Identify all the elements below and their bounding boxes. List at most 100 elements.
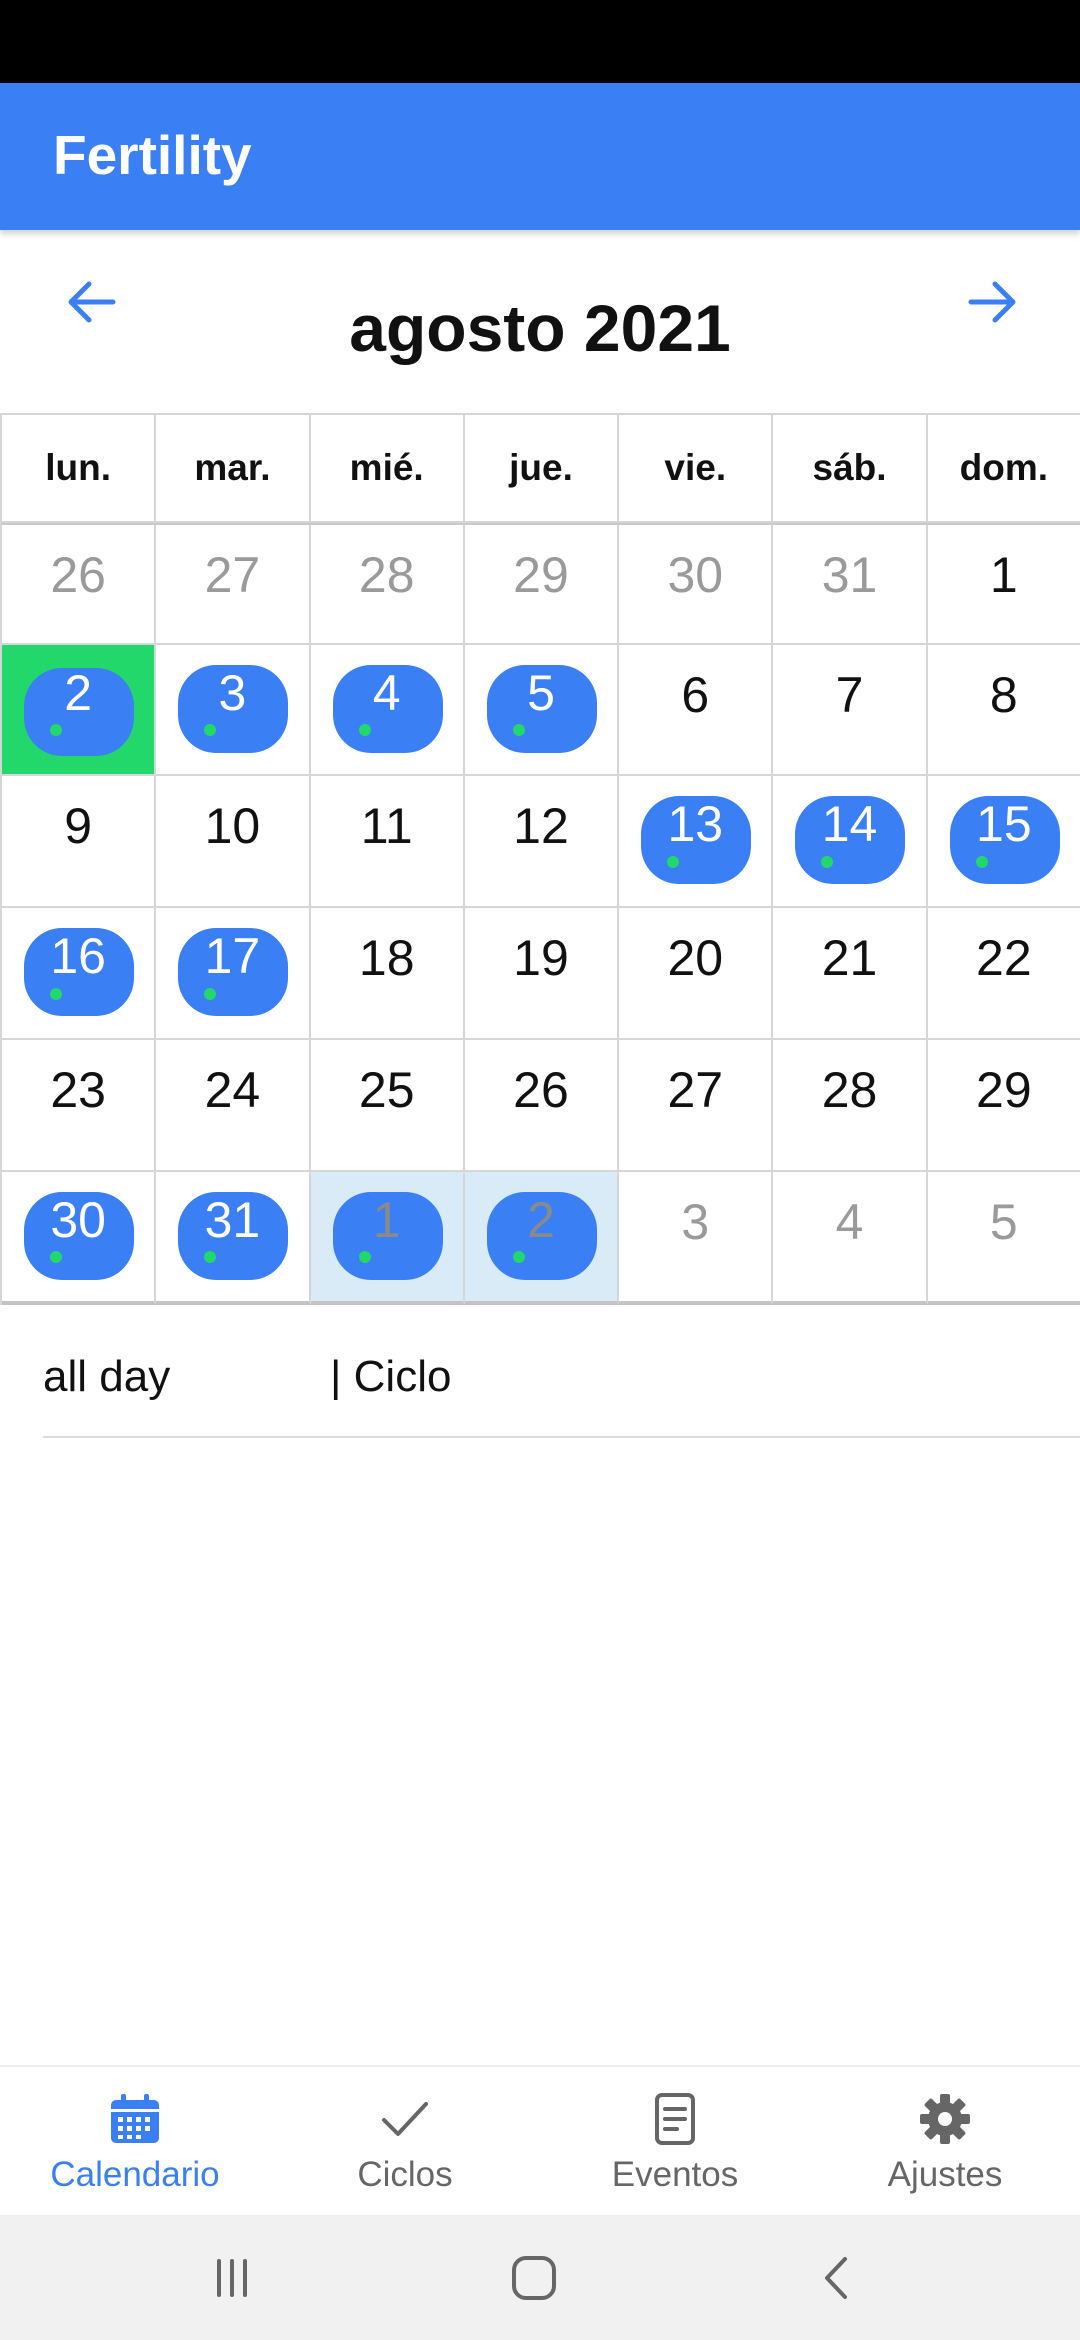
calendar-day[interactable]: 4 <box>773 1172 928 1305</box>
day-number: 25 <box>358 1062 415 1118</box>
calendar-day[interactable]: 5 <box>927 1172 1080 1305</box>
calendar-day[interactable]: 14 <box>773 776 928 908</box>
day-number: 15 <box>976 796 1032 852</box>
calendar-day[interactable]: 8 <box>927 645 1080 776</box>
day-number: 27 <box>667 1062 724 1118</box>
calendar-day[interactable]: 10 <box>156 776 311 908</box>
nav-label: Calendario <box>50 2155 220 2194</box>
calendar-day[interactable]: 9 <box>2 776 157 908</box>
event-dot <box>358 724 371 736</box>
calendar-day[interactable]: 30 <box>2 1172 157 1305</box>
calendar-day[interactable]: 28 <box>773 1040 928 1172</box>
calendar-icon <box>111 2094 159 2143</box>
calendar-day[interactable]: 30 <box>619 525 774 645</box>
next-month-button[interactable] <box>958 272 1028 332</box>
day-number: 14 <box>821 796 878 852</box>
day-number: 21 <box>821 930 878 986</box>
nav-label: Eventos <box>611 2155 739 2194</box>
app-bar: Fertility <box>0 83 1080 230</box>
calendar-day[interactable]: 7 <box>773 645 928 776</box>
weekday-label: dom. <box>927 415 1080 523</box>
day-number: 17 <box>204 928 261 984</box>
day-number: 4 <box>835 1194 864 1250</box>
event-list-item[interactable]: all day | Ciclo <box>43 1332 1080 1438</box>
back-icon <box>825 2256 847 2299</box>
calendar-day[interactable]: 20 <box>619 908 774 1040</box>
day-number: 27 <box>204 547 261 603</box>
app-title: Fertility <box>53 124 252 186</box>
day-number: 3 <box>681 1194 710 1250</box>
calendar-day[interactable]: 27 <box>156 525 311 645</box>
nav-label: Ciclos <box>357 2155 453 2194</box>
calendar-day[interactable]: 28 <box>310 525 465 645</box>
day-number: 29 <box>513 547 569 603</box>
home-button[interactable] <box>474 2215 594 2340</box>
day-number: 10 <box>204 798 261 854</box>
nav-ajustes[interactable]: Ajustes <box>810 2067 1080 2217</box>
calendar-day[interactable]: 5 <box>464 645 620 776</box>
day-number: 16 <box>50 928 106 984</box>
day-number: 5 <box>527 665 555 721</box>
day-number: 20 <box>667 930 724 986</box>
day-number: 31 <box>821 547 878 603</box>
calendar-day[interactable]: 3 <box>619 1172 774 1305</box>
day-number: 28 <box>358 547 415 603</box>
calendar-day[interactable]: 1 <box>310 1172 465 1305</box>
nav-calendario[interactable]: Calendario <box>0 2067 270 2217</box>
calendar-day[interactable]: 24 <box>156 1040 311 1172</box>
calendar-day-today[interactable]: 2 <box>2 645 157 776</box>
calendar-day[interactable]: 25 <box>310 1040 465 1172</box>
day-number: 5 <box>989 1194 1018 1250</box>
day-number: 30 <box>667 547 724 603</box>
calendar-day[interactable]: 15 <box>927 776 1080 908</box>
calendar-day[interactable]: 29 <box>927 1040 1080 1172</box>
nav-eventos[interactable]: Eventos <box>540 2067 810 2217</box>
day-number: 2 <box>527 1192 555 1248</box>
day-number: 23 <box>50 1062 106 1118</box>
day-number: 3 <box>218 665 247 721</box>
calendar-day[interactable]: 3 <box>156 645 311 776</box>
weekday-label: jue. <box>464 415 620 523</box>
calendar-day[interactable]: 4 <box>310 645 465 776</box>
event-dot <box>50 724 62 736</box>
calendar-week-row: 9 10 11 12 13 14 15 <box>2 776 1080 908</box>
calendar-day[interactable]: 23 <box>2 1040 157 1172</box>
calendar-day[interactable]: 12 <box>464 776 620 908</box>
calendar-day[interactable]: 13 <box>619 776 774 908</box>
calendar-day[interactable]: 18 <box>310 908 465 1040</box>
calendar-day[interactable]: 17 <box>156 908 311 1040</box>
calendar-day[interactable]: 21 <box>773 908 928 1040</box>
calendar-week-row: 2 3 4 5 6 7 8 <box>2 645 1080 776</box>
calendar-weeks: 26 27 28 29 30 31 1 2 3 4 5 6 7 8 9 10 11 12 13 14 15 16 17 18 1… <box>2 525 1080 1305</box>
calendar-day[interactable]: 11 <box>310 776 465 908</box>
calendar-day[interactable]: 6 <box>619 645 774 776</box>
calendar-day[interactable]: 19 <box>464 908 620 1040</box>
event-dot <box>50 1251 62 1263</box>
weekday-header: lun. mar. mié. jue. vie. sáb. dom. <box>2 415 1080 525</box>
calendar-day[interactable]: 29 <box>464 525 620 645</box>
recent-apps-button[interactable] <box>172 2215 292 2340</box>
day-number: 26 <box>50 547 106 603</box>
calendar-grid: lun. mar. mié. jue. vie. sáb. dom. 26 27 2… <box>0 413 1080 1305</box>
weekday-label: mar. <box>156 415 311 523</box>
calendar-day[interactable]: 2 <box>464 1172 620 1305</box>
event-title: | Ciclo <box>330 1352 452 1401</box>
gear-icon <box>920 2094 970 2144</box>
recent-apps-icon <box>217 2258 247 2297</box>
calendar-day[interactable]: 1 <box>927 525 1080 645</box>
weekday-label: lun. <box>2 415 157 523</box>
day-number: 18 <box>358 930 415 986</box>
calendar-day[interactable]: 16 <box>2 908 157 1040</box>
calendar-day[interactable]: 22 <box>927 908 1080 1040</box>
weekday-label: vie. <box>619 415 774 523</box>
calendar-day[interactable]: 31 <box>773 525 928 645</box>
calendar-day[interactable]: 27 <box>619 1040 774 1172</box>
day-number: 11 <box>360 798 413 854</box>
calendar-day[interactable]: 26 <box>2 525 157 645</box>
calendar-week-row: 16 17 18 19 20 21 22 <box>2 908 1080 1040</box>
back-button[interactable] <box>778 2215 898 2340</box>
day-number: 8 <box>989 667 1018 723</box>
calendar-day[interactable]: 26 <box>464 1040 620 1172</box>
nav-ciclos[interactable]: Ciclos <box>270 2067 540 2217</box>
calendar-day[interactable]: 31 <box>156 1172 311 1305</box>
